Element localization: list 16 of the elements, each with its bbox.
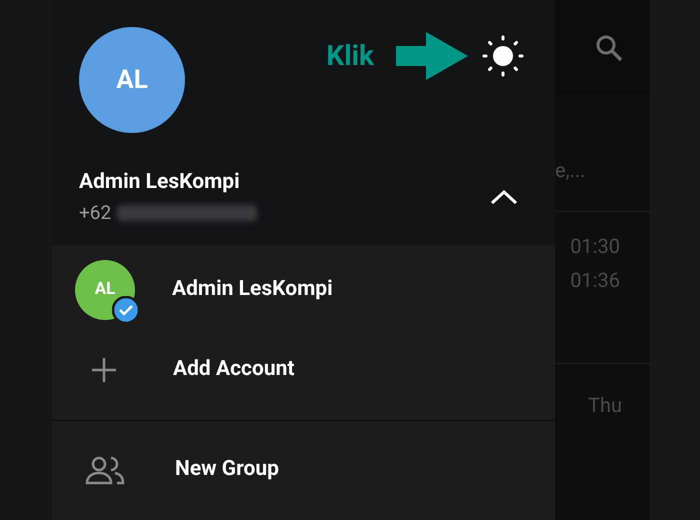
menu-item[interactable]: New Group: [175, 454, 279, 486]
sun-icon[interactable]: [482, 35, 524, 77]
chat-preview: e,...: [555, 157, 586, 184]
people-icon: [84, 455, 126, 485]
account-name[interactable]: Admin LesKompi: [172, 274, 333, 306]
annotation-arrow-icon: [396, 32, 468, 80]
chat-time: Thu: [588, 392, 622, 419]
annotation-label: Klik: [326, 38, 374, 74]
plus-icon: [91, 357, 117, 383]
chat-time: 01:30: [570, 234, 620, 258]
phone-number: +62: [79, 200, 112, 226]
search-icon[interactable]: [594, 32, 624, 62]
chat-time: 01:36: [570, 268, 620, 292]
profile-name: Admin LesKompi: [79, 169, 241, 196]
chevron-up-icon[interactable]: [490, 189, 518, 205]
add-account-item[interactable]: Add Account: [173, 354, 294, 386]
